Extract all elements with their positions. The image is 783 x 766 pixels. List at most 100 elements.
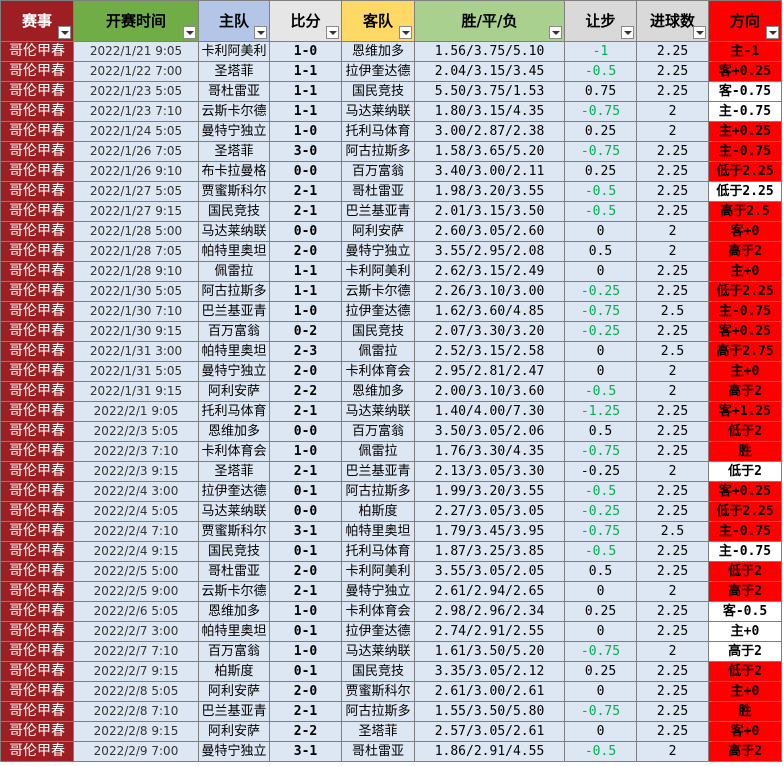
cell-goals[interactable]: 2.25 xyxy=(636,261,709,282)
cell-odds[interactable]: 2.52/3.15/2.58 xyxy=(414,341,565,362)
cell-home-team[interactable]: 国民竞技 xyxy=(198,541,270,562)
cell-away-team[interactable]: 马达莱纳联 xyxy=(341,101,415,122)
cell-direction[interactable]: 主-0.75 xyxy=(708,141,782,162)
filter-dropdown-icon[interactable] xyxy=(183,26,196,39)
cell-score[interactable]: 0-1 xyxy=(269,661,342,682)
cell-home-team[interactable]: 阿利安萨 xyxy=(198,681,270,702)
cell-goals[interactable]: 2.25 xyxy=(636,721,709,742)
table-row[interactable]: 哥伦甲春 2022/1/23 5:05 哥杜雷亚 1-1 国民竞技 5.50/3.75/1… xyxy=(0,81,782,102)
cell-score[interactable]: 2-1 xyxy=(269,701,342,722)
table-row[interactable]: 哥伦甲春 2022/2/8 7:10 巴兰基亚青 2-1 阿古拉斯多 1.55/3.50/… xyxy=(0,701,782,722)
cell-score[interactable]: 0-2 xyxy=(269,321,342,342)
table-row[interactable]: 哥伦甲春 2022/1/31 3:00 帕特里奥坦 2-3 佩雷拉 2.52/3.15/2… xyxy=(0,341,782,362)
cell-goals[interactable]: 2.25 xyxy=(636,401,709,422)
cell-time[interactable]: 2022/2/3 9:15 xyxy=(73,461,199,482)
header-score[interactable]: 比分 xyxy=(269,0,342,42)
cell-odds[interactable]: 1.98/3.20/3.55 xyxy=(414,181,565,202)
cell-home-team[interactable]: 佩雷拉 xyxy=(198,261,270,282)
cell-direction[interactable]: 低于2 xyxy=(708,561,782,582)
table-row[interactable]: 哥伦甲春 2022/2/4 7:10 贾蜜斯科尔 3-1 帕特里奥坦 1.79/3.45/… xyxy=(0,521,782,542)
cell-league[interactable]: 哥伦甲春 xyxy=(0,121,74,142)
cell-score[interactable]: 2-0 xyxy=(269,361,342,382)
table-row[interactable]: 哥伦甲春 2022/1/30 5:05 阿古拉斯多 1-1 云斯卡尔德 2.26/3.10… xyxy=(0,281,782,302)
cell-away-team[interactable]: 百万富翁 xyxy=(341,421,415,442)
cell-odds[interactable]: 1.62/3.60/4.85 xyxy=(414,301,565,322)
cell-handicap[interactable]: 0 xyxy=(564,341,637,362)
cell-odds[interactable]: 3.00/2.87/2.38 xyxy=(414,121,565,142)
filter-dropdown-icon[interactable] xyxy=(621,26,634,39)
cell-league[interactable]: 哥伦甲春 xyxy=(0,581,74,602)
cell-score[interactable]: 1-1 xyxy=(269,261,342,282)
cell-direction[interactable]: 主+0 xyxy=(708,621,782,642)
cell-direction[interactable]: 高于2 xyxy=(708,741,782,762)
cell-time[interactable]: 2022/2/7 7:10 xyxy=(73,641,199,662)
filter-dropdown-icon[interactable] xyxy=(549,26,562,39)
cell-goals[interactable]: 2.25 xyxy=(636,561,709,582)
cell-goals[interactable]: 2.25 xyxy=(636,81,709,102)
cell-score[interactable]: 1-0 xyxy=(269,121,342,142)
cell-odds[interactable]: 2.04/3.15/3.45 xyxy=(414,61,565,82)
cell-odds[interactable]: 2.98/2.96/2.34 xyxy=(414,601,565,622)
cell-goals[interactable]: 2.5 xyxy=(636,521,709,542)
cell-score[interactable]: 0-0 xyxy=(269,221,342,242)
filter-dropdown-icon[interactable] xyxy=(766,26,779,39)
cell-score[interactable]: 2-1 xyxy=(269,401,342,422)
cell-league[interactable]: 哥伦甲春 xyxy=(0,481,74,502)
table-row[interactable]: 哥伦甲春 2022/1/26 9:10 布卡拉曼格 0-0 百万富翁 3.40/3.00/… xyxy=(0,161,782,182)
cell-handicap[interactable]: -0.5 xyxy=(564,61,637,82)
table-row[interactable]: 哥伦甲春 2022/2/4 3:00 拉伊奎达德 0-1 阿古拉斯多 1.99/3.20/… xyxy=(0,481,782,502)
cell-handicap[interactable]: -0.5 xyxy=(564,181,637,202)
cell-direction[interactable]: 客+0.25 xyxy=(708,61,782,82)
cell-league[interactable]: 哥伦甲春 xyxy=(0,281,74,302)
cell-away-team[interactable]: 卡利阿美利 xyxy=(341,561,415,582)
cell-goals[interactable]: 2 xyxy=(636,361,709,382)
cell-time[interactable]: 2022/1/27 9:15 xyxy=(73,201,199,222)
cell-handicap[interactable]: 0.25 xyxy=(564,161,637,182)
cell-odds[interactable]: 1.40/4.00/7.30 xyxy=(414,401,565,422)
cell-goals[interactable]: 2.25 xyxy=(636,281,709,302)
cell-direction[interactable]: 低于2.25 xyxy=(708,181,782,202)
cell-odds[interactable]: 3.55/2.95/2.08 xyxy=(414,241,565,262)
cell-away-team[interactable]: 卡利阿美利 xyxy=(341,261,415,282)
cell-handicap[interactable]: -0.75 xyxy=(564,441,637,462)
table-row[interactable]: 哥伦甲春 2022/2/3 7:10 卡利体育会 1-0 佩雷拉 1.76/3.30/4.… xyxy=(0,441,782,462)
cell-score[interactable]: 2-1 xyxy=(269,201,342,222)
cell-league[interactable]: 哥伦甲春 xyxy=(0,101,74,122)
header-goals[interactable]: 进球数 xyxy=(636,0,709,42)
cell-handicap[interactable]: -0.5 xyxy=(564,741,637,762)
table-row[interactable]: 哥伦甲春 2022/2/5 9:00 云斯卡尔德 2-1 曼特宁独立 2.61/2.94/… xyxy=(0,581,782,602)
table-row[interactable]: 哥伦甲春 2022/2/4 9:15 国民竞技 0-1 托利马体育 1.87/3.25/3… xyxy=(0,541,782,562)
cell-handicap[interactable]: -1 xyxy=(564,41,637,62)
cell-direction[interactable]: 主-1 xyxy=(708,41,782,62)
cell-direction[interactable]: 客-0.75 xyxy=(708,81,782,102)
cell-handicap[interactable]: -0.25 xyxy=(564,461,637,482)
cell-handicap[interactable]: -0.5 xyxy=(564,541,637,562)
cell-home-team[interactable]: 阿古拉斯多 xyxy=(198,281,270,302)
cell-handicap[interactable]: 0 xyxy=(564,621,637,642)
cell-direction[interactable]: 主-0.75 xyxy=(708,301,782,322)
cell-score[interactable]: 1-1 xyxy=(269,281,342,302)
header-league[interactable]: 赛事 xyxy=(0,0,74,42)
table-row[interactable]: 哥伦甲春 2022/2/3 5:05 恩维加多 0-0 百万富翁 3.50/3.05/2.… xyxy=(0,421,782,442)
cell-time[interactable]: 2022/1/30 9:15 xyxy=(73,321,199,342)
cell-odds[interactable]: 2.61/3.00/2.61 xyxy=(414,681,565,702)
cell-time[interactable]: 2022/1/23 5:05 xyxy=(73,81,199,102)
cell-time[interactable]: 2022/1/31 3:00 xyxy=(73,341,199,362)
cell-away-team[interactable]: 拉伊奎达德 xyxy=(341,301,415,322)
cell-score[interactable]: 2-0 xyxy=(269,681,342,702)
cell-home-team[interactable]: 马达莱纳联 xyxy=(198,221,270,242)
table-row[interactable]: 哥伦甲春 2022/2/8 5:05 阿利安萨 2-0 贾蜜斯科尔 2.61/3.00/2… xyxy=(0,681,782,702)
cell-goals[interactable]: 2.25 xyxy=(636,701,709,722)
cell-away-team[interactable]: 卡利体育会 xyxy=(341,601,415,622)
cell-handicap[interactable]: 0.5 xyxy=(564,421,637,442)
cell-time[interactable]: 2022/1/28 5:00 xyxy=(73,221,199,242)
table-row[interactable]: 哥伦甲春 2022/2/1 9:05 托利马体育 2-1 马达莱纳联 1.40/4.00/… xyxy=(0,401,782,422)
cell-away-team[interactable]: 拉伊奎达德 xyxy=(341,61,415,82)
cell-goals[interactable]: 2.25 xyxy=(636,681,709,702)
cell-home-team[interactable]: 曼特宁独立 xyxy=(198,361,270,382)
cell-home-team[interactable]: 恩维加多 xyxy=(198,601,270,622)
cell-home-team[interactable]: 阿利安萨 xyxy=(198,381,270,402)
cell-away-team[interactable]: 托利马体育 xyxy=(341,541,415,562)
cell-home-team[interactable]: 柏斯度 xyxy=(198,661,270,682)
cell-away-team[interactable]: 阿古拉斯多 xyxy=(341,701,415,722)
